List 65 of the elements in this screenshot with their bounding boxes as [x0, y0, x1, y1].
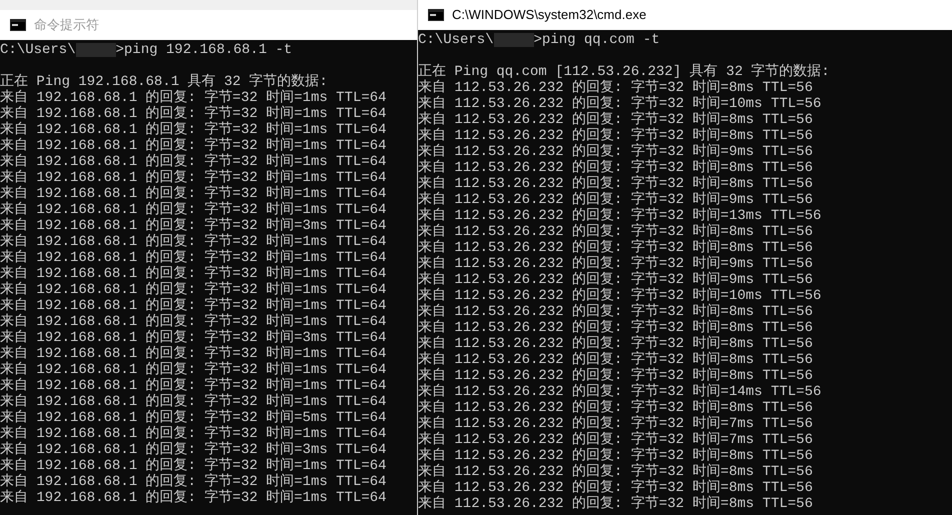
terminal-icon [428, 9, 444, 21]
output-line: 来自 112.53.26.232 的回复: 字节=32 时间=9ms TTL=56 [418, 272, 814, 288]
output-line: 正在 Ping 192.168.68.1 具有 32 字节的数据: [0, 74, 329, 90]
output-line: 来自 112.53.26.232 的回复: 字节=32 时间=8ms TTL=56 [418, 400, 814, 416]
command-text: >ping 192.168.68.1 -t [116, 42, 292, 58]
output-line: 来自 112.53.26.232 的回复: 字节=32 时间=8ms TTL=56 [418, 352, 814, 368]
output-line: 来自 192.168.68.1 的回复: 字节=32 时间=1ms TTL=64 [0, 474, 388, 490]
output-line: 来自 192.168.68.1 的回复: 字节=32 时间=1ms TTL=64 [0, 394, 388, 410]
redacted-username [494, 33, 534, 47]
output-line: 来自 112.53.26.232 的回复: 字节=32 时间=8ms TTL=56 [418, 128, 814, 144]
output-line: 来自 192.168.68.1 的回复: 字节=32 时间=1ms TTL=64 [0, 186, 388, 202]
output-line: 来自 112.53.26.232 的回复: 字节=32 时间=7ms TTL=56 [418, 416, 814, 432]
output-line: 来自 112.53.26.232 的回复: 字节=32 时间=8ms TTL=56 [418, 112, 814, 128]
output-line: 来自 112.53.26.232 的回复: 字节=32 时间=8ms TTL=56 [418, 336, 814, 352]
output-line: 来自 112.53.26.232 的回复: 字节=32 时间=10ms TTL=56 [418, 288, 822, 304]
window-title: C:\WINDOWS\system32\cmd.exe [452, 6, 646, 24]
output-line: 来自 112.53.26.232 的回复: 字节=32 时间=8ms TTL=56 [418, 320, 814, 336]
output-line: 来自 112.53.26.232 的回复: 字节=32 时间=8ms TTL=56 [418, 176, 814, 192]
output-line: 来自 192.168.68.1 的回复: 字节=32 时间=5ms TTL=64 [0, 410, 388, 426]
output-line: 来自 112.53.26.232 的回复: 字节=32 时间=9ms TTL=56 [418, 144, 814, 160]
output-line: 来自 192.168.68.1 的回复: 字节=32 时间=1ms TTL=64 [0, 346, 388, 362]
redacted-username [76, 43, 116, 57]
terminal-icon [10, 19, 26, 31]
output-line: 来自 112.53.26.232 的回复: 字节=32 时间=8ms TTL=56 [418, 496, 814, 512]
window-title: 命令提示符 [34, 16, 99, 34]
prompt-path: C:\Users\ [0, 42, 76, 58]
output-line: 来自 112.53.26.232 的回复: 字节=32 时间=8ms TTL=56 [418, 80, 814, 96]
output-line: 来自 192.168.68.1 的回复: 字节=32 时间=1ms TTL=64 [0, 426, 388, 442]
output-line: 来自 192.168.68.1 的回复: 字节=32 时间=1ms TTL=64 [0, 314, 388, 330]
output-line: 来自 192.168.68.1 的回复: 字节=32 时间=1ms TTL=64 [0, 458, 388, 474]
output-line: 来自 112.53.26.232 的回复: 字节=32 时间=7ms TTL=56 [418, 432, 814, 448]
output-line: 来自 192.168.68.1 的回复: 字节=32 时间=1ms TTL=64 [0, 282, 388, 298]
output-line: 来自 192.168.68.1 的回复: 字节=32 时间=1ms TTL=64 [0, 122, 388, 138]
output-line: 来自 192.168.68.1 的回复: 字节=32 时间=1ms TTL=64 [0, 202, 388, 218]
output-line: 来自 192.168.68.1 的回复: 字节=32 时间=1ms TTL=64 [0, 298, 388, 314]
output-line: 来自 192.168.68.1 的回复: 字节=32 时间=3ms TTL=64 [0, 442, 388, 458]
command-text: >ping qq.com -t [534, 32, 660, 48]
output-line: 来自 192.168.68.1 的回复: 字节=32 时间=3ms TTL=64 [0, 218, 388, 234]
output-line: 来自 112.53.26.232 的回复: 字节=32 时间=9ms TTL=56 [418, 256, 814, 272]
output-line: 来自 112.53.26.232 的回复: 字节=32 时间=8ms TTL=56 [418, 304, 814, 320]
output-line: 来自 112.53.26.232 的回复: 字节=32 时间=8ms TTL=56 [418, 224, 814, 240]
output-line: 来自 112.53.26.232 的回复: 字节=32 时间=8ms TTL=56 [418, 368, 814, 384]
output-line: 来自 112.53.26.232 的回复: 字节=32 时间=8ms TTL=56 [418, 240, 814, 256]
output-line: 来自 112.53.26.232 的回复: 字节=32 时间=14ms TTL=56 [418, 384, 822, 400]
output-line: 来自 192.168.68.1 的回复: 字节=32 时间=1ms TTL=64 [0, 266, 388, 282]
output-line: 来自 192.168.68.1 的回复: 字节=32 时间=1ms TTL=64 [0, 154, 388, 170]
output-line: 来自 112.53.26.232 的回复: 字节=32 时间=8ms TTL=56 [418, 448, 814, 464]
output-line: 来自 192.168.68.1 的回复: 字节=32 时间=1ms TTL=64 [0, 170, 388, 186]
output-line: 来自 112.53.26.232 的回复: 字节=32 时间=8ms TTL=56 [418, 464, 814, 480]
output-line: 正在 Ping qq.com [112.53.26.232] 具有 32 字节的数据: [418, 64, 831, 80]
output-line: 来自 112.53.26.232 的回复: 字节=32 时间=8ms TTL=56 [418, 480, 814, 496]
output-line: 来自 192.168.68.1 的回复: 字节=32 时间=1ms TTL=64 [0, 490, 388, 506]
output-line: 来自 192.168.68.1 的回复: 字节=32 时间=1ms TTL=64 [0, 362, 388, 378]
output-line: 来自 192.168.68.1 的回复: 字节=32 时间=1ms TTL=64 [0, 106, 388, 122]
prompt-path: C:\Users\ [418, 32, 494, 48]
output-line: 来自 192.168.68.1 的回复: 字节=32 时间=1ms TTL=64 [0, 250, 388, 266]
output-line: 来自 112.53.26.232 的回复: 字节=32 时间=9ms TTL=56 [418, 192, 814, 208]
output-line: 来自 192.168.68.1 的回复: 字节=32 时间=1ms TTL=64 [0, 234, 388, 250]
output-line: 来自 112.53.26.232 的回复: 字节=32 时间=8ms TTL=56 [418, 160, 814, 176]
output-line: 来自 192.168.68.1 的回复: 字节=32 时间=3ms TTL=64 [0, 330, 388, 346]
output-line: 来自 112.53.26.232 的回复: 字节=32 时间=10ms TTL=56 [418, 96, 822, 112]
output-line: 来自 112.53.26.232 的回复: 字节=32 时间=13ms TTL=56 [418, 208, 822, 224]
output-line: 来自 192.168.68.1 的回复: 字节=32 时间=1ms TTL=64 [0, 138, 388, 154]
output-line: 来自 192.168.68.1 的回复: 字节=32 时间=1ms TTL=64 [0, 378, 388, 394]
output-line: 来自 192.168.68.1 的回复: 字节=32 时间=1ms TTL=64 [0, 90, 388, 106]
